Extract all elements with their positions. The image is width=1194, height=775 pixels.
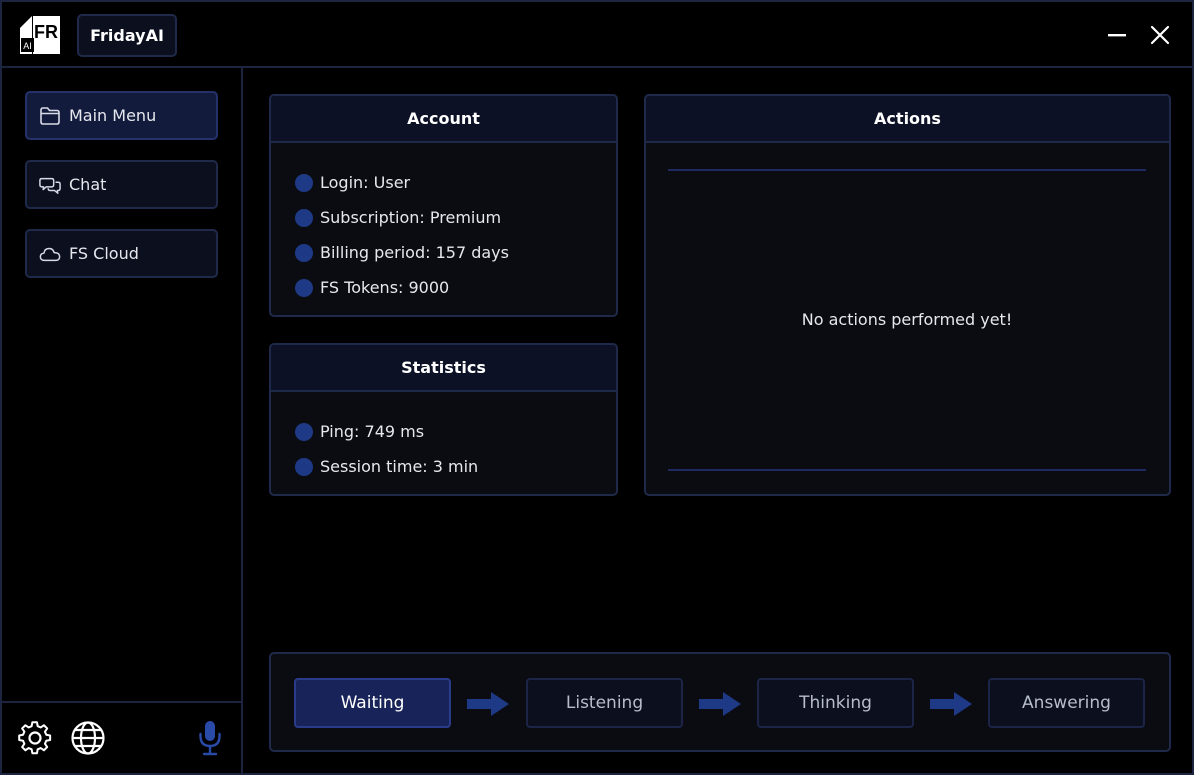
close-button[interactable] [1145,20,1175,50]
settings-button[interactable] [16,719,54,757]
minimize-button[interactable] [1102,20,1132,50]
language-button[interactable] [69,719,107,757]
account-title: Account [271,96,616,143]
actions-divider-top [668,169,1146,171]
account-row-tokens: FS Tokens: 9000 [295,270,616,305]
account-info-list: Login: User Subscription: Premium Billin… [271,143,616,305]
svg-text:AI: AI [23,41,32,51]
account-tokens-text: FS Tokens: 9000 [320,278,450,297]
bullet-dot [295,208,313,227]
stage-waiting[interactable]: Waiting [294,678,451,728]
account-login-text: Login: User [320,173,411,192]
arrow-right-icon [699,692,741,716]
statistics-title: Statistics [271,345,616,392]
account-row-login: Login: User [295,165,616,200]
sidebar-item-chat[interactable]: Chat [25,160,218,209]
microphone-button[interactable] [191,719,229,757]
actions-title: Actions [646,96,1169,143]
arrow-right-icon [467,692,509,716]
actions-panel: Actions No actions performed yet! [644,94,1171,496]
close-icon [1150,25,1170,45]
account-panel: Account Login: User Subscription: Premiu… [269,94,618,317]
app-title: FridayAI [77,14,177,57]
statistics-row-session: Session time: 3 min [295,449,616,484]
actions-divider-bottom [668,469,1146,471]
sidebar: Main Menu Chat FS Cloud [2,68,243,773]
stage-answering[interactable]: Answering [988,678,1145,728]
statistics-panel: Statistics Ping: 749 ms Session time: 3 … [269,343,618,496]
bullet-dot [295,173,313,192]
bullet-dot [295,243,313,262]
actions-empty-message: No actions performed yet! [801,310,1013,329]
chat-icon [39,174,61,196]
app-logo: FR AI [18,14,62,56]
arrow-right-icon [930,692,972,716]
statistics-row-ping: Ping: 749 ms [295,414,616,449]
stage-thinking[interactable]: Thinking [757,678,914,728]
globe-icon [71,721,105,755]
bullet-dot [295,278,313,297]
microphone-icon [199,721,221,756]
minimize-icon [1108,34,1126,37]
statistics-session-text: Session time: 3 min [320,457,479,476]
sidebar-item-main-menu[interactable]: Main Menu [25,91,218,140]
svg-text:FR: FR [34,22,58,42]
stage-listening[interactable]: Listening [526,678,683,728]
sidebar-item-label: Main Menu [69,106,157,125]
title-bar: FR AI FridayAI [2,2,1192,68]
statistics-info-list: Ping: 749 ms Session time: 3 min [271,392,616,484]
app-window: FR AI FridayAI Main Menu Chat FS Cloud A… [0,0,1194,775]
account-subscription-text: Subscription: Premium [320,208,502,227]
bullet-dot [295,457,313,476]
sidebar-item-fs-cloud[interactable]: FS Cloud [25,229,218,278]
folder-icon [39,105,61,127]
sidebar-item-label: Chat [69,175,107,194]
sidebar-item-label: FS Cloud [69,244,139,263]
gear-icon [18,721,52,755]
sidebar-footer [2,701,243,773]
account-row-subscription: Subscription: Premium [295,200,616,235]
account-row-billing: Billing period: 157 days [295,235,616,270]
statistics-ping-text: Ping: 749 ms [320,422,425,441]
account-billing-text: Billing period: 157 days [320,243,509,262]
cloud-icon [39,243,61,265]
bullet-dot [295,422,313,441]
status-pipeline: Waiting Listening Thinking Answering [269,652,1171,752]
